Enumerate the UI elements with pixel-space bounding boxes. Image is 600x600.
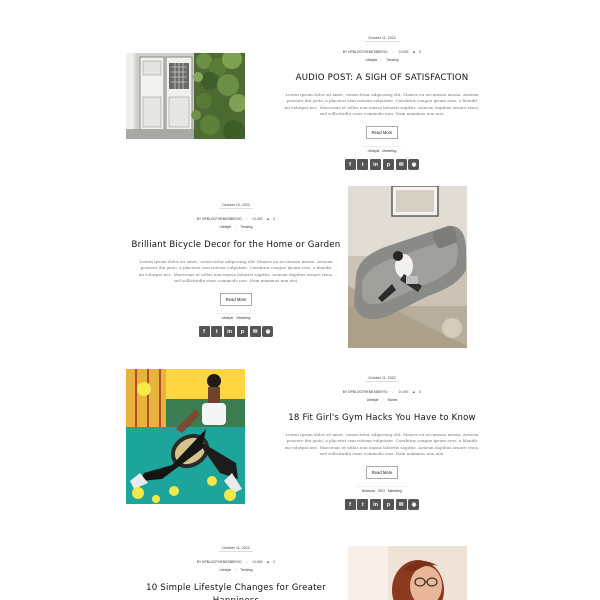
like-count[interactable]: 0 LIKE — [399, 390, 409, 394]
separator: / — [381, 58, 383, 62]
facebook-icon[interactable]: f — [344, 159, 356, 171]
category-link[interactable]: Trending — [240, 568, 252, 572]
post-categories: Lifestyle / Trending — [116, 568, 356, 572]
post-meta: BY NPBLOGTHEMESBEEHO ♡ 0 LIKE ▰ 0 — [267, 390, 497, 394]
category-link[interactable]: Lifestyle — [367, 398, 379, 402]
tag-link[interactable]: Marketing — [388, 489, 402, 493]
post-meta: BY NPBLOGTHEMESBEEHO ♡ 0 LIKE ▰ 0 — [267, 50, 497, 54]
post-tags: Business SEO Marketing — [356, 486, 408, 493]
post-content: October 11, 2022 BY NPBLOGTHEMESBEEHO ♡ 0… — [267, 26, 497, 171]
tag-link[interactable]: Marketing — [236, 316, 250, 320]
post-excerpt: Lorem ipsum dolor sit amet, consectetur … — [284, 432, 480, 456]
post-title[interactable]: AUDIO POST: A SIGH OF SATISFACTION — [267, 72, 497, 85]
post-image-woman[interactable] — [348, 546, 467, 600]
separator: / — [382, 398, 384, 402]
blog-post: October 11, 2022 BY NPBLOGTHEMESBEEHO ♡ 0… — [126, 26, 479, 171]
like-count[interactable]: 0 LIKE — [253, 560, 263, 564]
heart-icon[interactable]: ♡ — [246, 217, 249, 221]
post-excerpt: Lorem ipsum dolor sit amet, consectetur … — [284, 92, 480, 116]
comment-icon[interactable]: ▰ — [413, 390, 416, 394]
comment-icon[interactable]: ▰ — [267, 217, 270, 221]
blog-post: October 11, 2022 BY NPBLOGTHEMESBEEHO ♡ 0… — [126, 366, 479, 511]
share-bar: f t in p ✉ ◉ — [116, 326, 356, 338]
post-title[interactable]: 10 Simple Lifestyle Changes for Greater … — [141, 582, 331, 600]
post-meta: BY NPBLOGTHEMESBEEHO ♡ 0 LIKE ▰ 0 — [116, 560, 356, 564]
comment-icon[interactable]: ▰ — [267, 560, 270, 564]
whatsapp-icon[interactable]: ◉ — [408, 159, 420, 171]
twitter-icon[interactable]: t — [357, 159, 369, 171]
pinterest-icon[interactable]: p — [382, 499, 394, 511]
twitter-icon[interactable]: t — [211, 326, 223, 338]
category-link[interactable]: Lifestyle — [365, 58, 377, 62]
post-tags: Lifestyle Marketing — [216, 313, 256, 320]
linkedin-icon[interactable]: in — [370, 499, 382, 511]
tag-link[interactable]: SEO — [378, 489, 385, 493]
post-excerpt: Lorem ipsum dolor sit amet, consectetur … — [138, 259, 334, 283]
comment-icon[interactable]: ▰ — [413, 50, 416, 54]
tag-link[interactable]: Business — [362, 489, 375, 493]
separator: / — [235, 568, 237, 572]
like-count[interactable]: 0 LIKE — [253, 217, 263, 221]
heart-icon[interactable]: ♡ — [392, 390, 395, 394]
email-icon[interactable]: ✉ — [395, 159, 407, 171]
tag-link[interactable]: Lifestyle — [368, 149, 380, 153]
tag-link[interactable]: Lifestyle — [222, 316, 234, 320]
post-author[interactable]: BY NPBLOGTHEMESBEEHO — [343, 390, 388, 394]
post-image-couch[interactable] — [348, 186, 467, 348]
post-content: October 11, 2022 BY NPBLOGTHEMESBEEHO ♡ 0… — [116, 536, 356, 600]
separator: / — [235, 225, 237, 229]
pinterest-icon[interactable]: p — [236, 326, 248, 338]
category-link[interactable]: Lifestyle — [219, 225, 231, 229]
post-title[interactable]: Brilliant Bicycle Decor for the Home or … — [116, 239, 356, 252]
post-date: October 10, 2022 — [219, 203, 253, 209]
post-date: October 11, 2022 — [219, 546, 253, 552]
post-author[interactable]: BY NPBLOGTHEMESBEEHO — [197, 217, 242, 221]
category-link[interactable]: Trending — [240, 225, 252, 229]
read-more-button[interactable]: Read More — [365, 126, 399, 140]
post-content: October 10, 2022 BY NPBLOGTHEMESBEEHO ♡ 0… — [116, 193, 356, 338]
post-categories: Lifestyle / Trending — [267, 58, 497, 62]
post-content: October 11, 2022 BY NPBLOGTHEMESBEEHO ♡ 0… — [267, 366, 497, 511]
blog-post: October 11, 2022 BY NPBLOGTHEMESBEEHO ♡ 0… — [126, 536, 467, 600]
comment-count[interactable]: 0 — [273, 560, 275, 564]
blog-post: October 10, 2022 BY NPBLOGTHEMESBEEHO ♡ 0… — [126, 186, 467, 353]
heart-icon[interactable]: ♡ — [246, 560, 249, 564]
category-link[interactable]: Trending — [386, 58, 398, 62]
linkedin-icon[interactable]: in — [224, 326, 236, 338]
category-link[interactable]: Lifestyle — [219, 568, 231, 572]
post-image-tennis[interactable] — [126, 369, 245, 504]
facebook-icon[interactable]: f — [344, 499, 356, 511]
share-bar: f t in p ✉ ◉ — [267, 159, 497, 171]
facebook-icon[interactable]: f — [198, 326, 210, 338]
whatsapp-icon[interactable]: ◉ — [262, 326, 274, 338]
comment-count[interactable]: 0 — [419, 390, 421, 394]
heart-icon[interactable]: ♡ — [392, 50, 395, 54]
pinterest-icon[interactable]: p — [382, 159, 394, 171]
linkedin-icon[interactable]: in — [370, 159, 382, 171]
share-bar: f t in p ✉ ◉ — [267, 499, 497, 511]
post-tags: Lifestyle Marketing — [362, 146, 402, 153]
post-title[interactable]: 18 Fit Girl's Gym Hacks You Have to Know — [267, 412, 497, 425]
post-categories: Lifestyle / Trending — [116, 225, 356, 229]
email-icon[interactable]: ✉ — [249, 326, 261, 338]
post-image-door[interactable] — [126, 53, 245, 139]
like-count[interactable]: 0 LIKE — [399, 50, 409, 54]
post-categories: Lifestyle / Stories — [267, 398, 497, 402]
whatsapp-icon[interactable]: ◉ — [408, 499, 420, 511]
post-author[interactable]: BY NPBLOGTHEMESBEEHO — [343, 50, 388, 54]
read-more-button[interactable]: Read More — [219, 293, 253, 307]
comment-count[interactable]: 0 — [273, 217, 275, 221]
post-author[interactable]: BY NPBLOGTHEMESBEEHO — [197, 560, 242, 564]
post-date: October 11, 2022 — [365, 36, 399, 42]
post-date: October 11, 2022 — [365, 376, 399, 382]
comment-count[interactable]: 0 — [419, 50, 421, 54]
email-icon[interactable]: ✉ — [395, 499, 407, 511]
category-link[interactable]: Stories — [387, 398, 397, 402]
twitter-icon[interactable]: t — [357, 499, 369, 511]
post-meta: BY NPBLOGTHEMESBEEHO ♡ 0 LIKE ▰ 0 — [116, 217, 356, 221]
read-more-button[interactable]: Read More — [365, 466, 399, 480]
tag-link[interactable]: Marketing — [382, 149, 396, 153]
